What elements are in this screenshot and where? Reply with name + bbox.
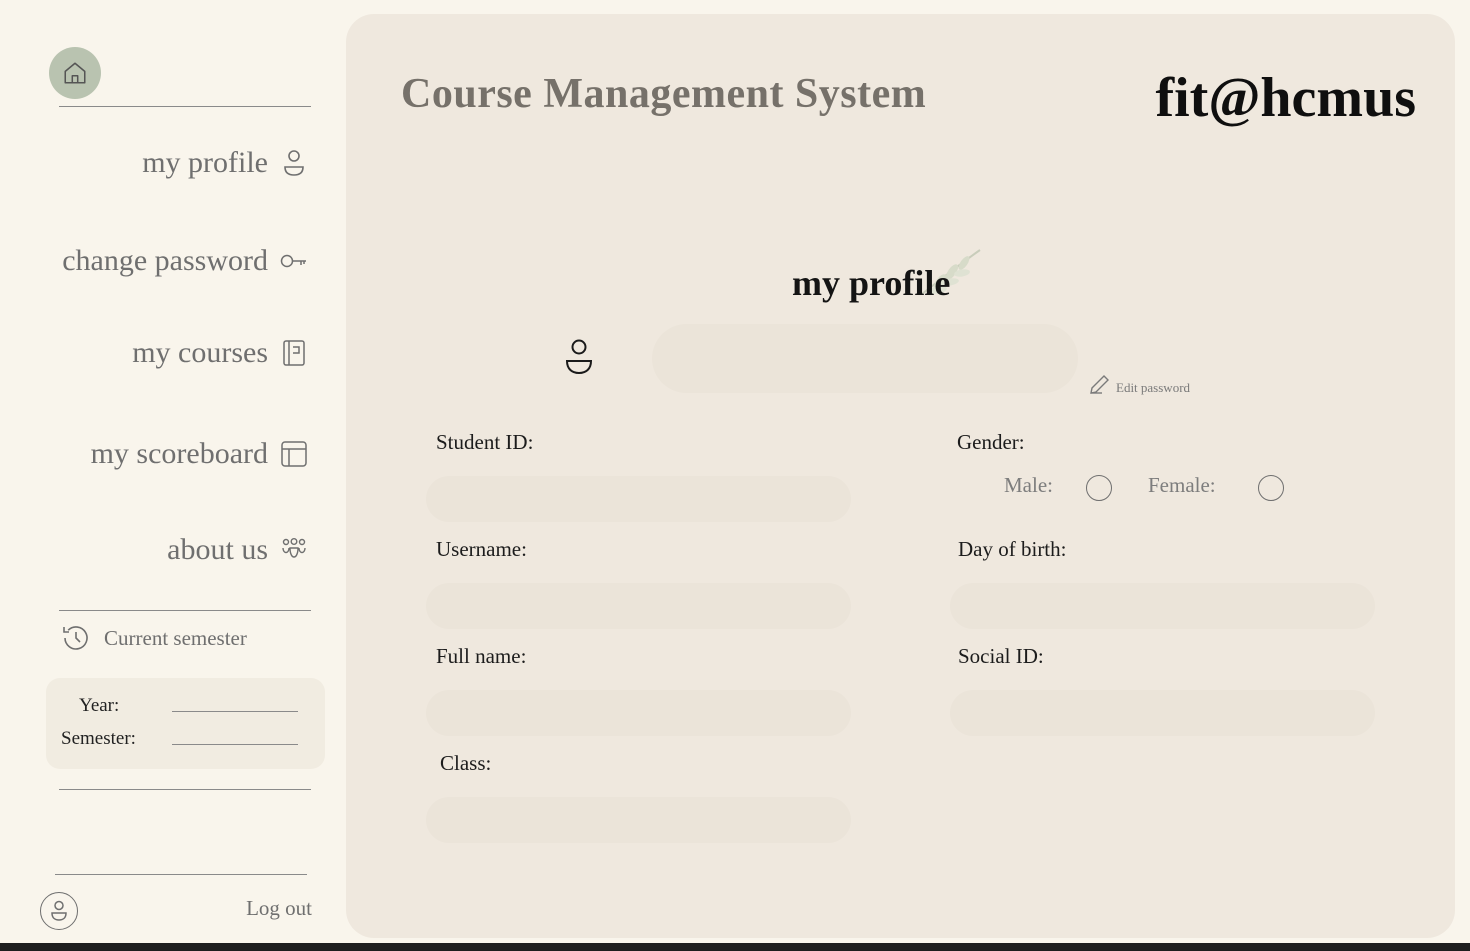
sidebar-item-my-profile[interactable]: my profile (142, 146, 308, 180)
dob-field[interactable] (950, 583, 1375, 629)
brand-logo: fit@hcmus (1155, 67, 1416, 129)
notebook-icon (280, 339, 308, 367)
class-label: Class: (440, 751, 492, 775)
home-button[interactable] (49, 47, 101, 99)
divider (55, 874, 307, 875)
edit-password-label: Edit password (1116, 380, 1191, 395)
student-id-label: Student ID: (436, 430, 534, 454)
sidebar-item-label: change password (62, 244, 268, 277)
username-field[interactable] (426, 583, 851, 629)
female-label: Female: (1148, 473, 1216, 497)
key-icon (280, 247, 308, 275)
edit-password-link[interactable]: Edit password (1088, 372, 1190, 396)
male-radio[interactable] (1086, 475, 1112, 501)
social-id-label: Social ID: (958, 644, 1044, 668)
social-id-field[interactable] (950, 690, 1375, 736)
semester-label: Semester: (61, 728, 136, 749)
class-field[interactable] (426, 797, 851, 843)
pencil-icon (1090, 375, 1109, 394)
gender-label: Gender: (957, 430, 1025, 454)
year-value (172, 711, 298, 712)
male-label: Male: (1004, 473, 1053, 497)
semester-value (172, 744, 298, 745)
sidebar-item-my-scoreboard[interactable]: my scoreboard (91, 437, 308, 471)
logout-link[interactable]: Log out (246, 896, 312, 921)
semester-box: Year: Semester: (46, 678, 325, 769)
page-title: Course Management System (401, 71, 927, 117)
section-title: my profile (792, 263, 951, 303)
full-name-label: Full name: (436, 644, 527, 668)
female-radio[interactable] (1258, 475, 1284, 501)
avatar[interactable] (40, 892, 78, 930)
sidebar-item-label: my courses (132, 336, 268, 369)
current-semester-label: Current semester (104, 625, 247, 650)
divider (59, 789, 311, 790)
history-icon (63, 626, 88, 650)
full-name-field[interactable] (426, 690, 851, 736)
user-icon (280, 149, 308, 177)
year-label: Year: (79, 695, 120, 716)
divider (59, 106, 311, 107)
sidebar-item-my-courses[interactable]: my courses (132, 336, 308, 370)
username-label: Username: (436, 537, 527, 561)
bottom-bar (0, 943, 1470, 951)
user-icon (565, 339, 593, 375)
sidebar-item-label: my scoreboard (90, 437, 268, 470)
name-display (652, 324, 1078, 393)
sidebar-item-change-password[interactable]: change password (62, 244, 308, 278)
sidebar-item-label: about us (167, 533, 268, 566)
user-icon (51, 900, 67, 921)
table-icon (280, 440, 308, 468)
home-icon (64, 62, 86, 84)
current-semester-heading: Current semester (60, 622, 247, 654)
sidebar-item-label: my profile (142, 146, 268, 179)
sidebar-item-about-us[interactable]: about us (167, 533, 308, 567)
divider (59, 610, 311, 611)
dob-label: Day of birth: (958, 537, 1067, 561)
people-icon (280, 536, 308, 564)
main-panel: Course Management System fit@hcmus my pr… (346, 14, 1455, 938)
sidebar: my profile change password my courses my… (0, 0, 346, 943)
student-id-field[interactable] (426, 476, 851, 522)
